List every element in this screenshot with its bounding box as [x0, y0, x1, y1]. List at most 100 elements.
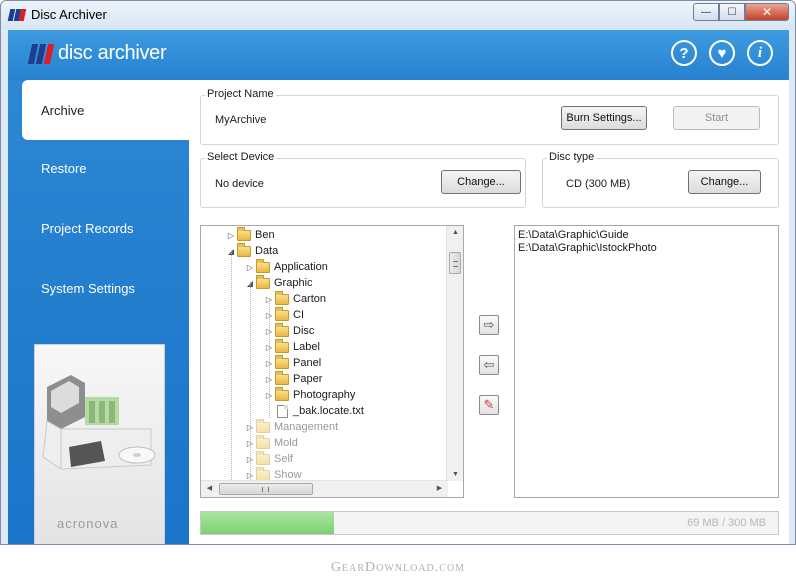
disc-change-button[interactable]: Change... — [688, 170, 761, 194]
tree-item[interactable]: _bak.locate.txt — [263, 403, 364, 419]
maximize-button[interactable]: ☐ — [719, 3, 745, 21]
folder-icon — [237, 242, 251, 257]
folder-icon — [275, 338, 289, 353]
disc-type-label: Disc type — [547, 151, 597, 163]
tree-item[interactable]: ▷ Management — [244, 418, 339, 435]
tree-item[interactable]: ▷ Self — [244, 450, 293, 467]
scroll-left-arrow-icon[interactable]: ◀ — [201, 484, 218, 492]
device-change-button[interactable]: Change... — [441, 170, 521, 194]
project-name-label: Project Name — [205, 88, 276, 100]
tree-vertical-scrollbar[interactable]: ▲ ▼ — [446, 226, 463, 481]
tree-item[interactable]: ▷ Label — [263, 338, 320, 355]
clear-list-button[interactable]: ✎ — [479, 395, 499, 415]
tree-horizontal-thumb[interactable] — [219, 483, 313, 495]
disc-publisher-illustration — [42, 375, 156, 470]
device-value: No device — [215, 178, 264, 190]
capacity-fill — [201, 512, 334, 534]
tree-item-label: Carton — [293, 293, 327, 305]
watermark-text: GearDownload.com — [330, 560, 466, 575]
folder-icon — [256, 418, 270, 433]
window-controls: — ☐ ✕ — [693, 3, 789, 21]
app-logo-icon — [7, 9, 27, 21]
tree-item-label: Graphic — [274, 277, 313, 289]
app-window: Disc Archiver — ☐ ✕ disc archiver ? ♥ i … — [0, 0, 796, 545]
expand-arrow-icon[interactable]: ▷ — [244, 263, 256, 272]
disc-type-value: CD (300 MB) — [566, 178, 631, 190]
app-header: disc archiver ? ♥ i — [8, 30, 789, 80]
select-device-group: Select Device No device Change... — [200, 151, 526, 208]
info-icon[interactable]: i — [747, 40, 773, 66]
tree-item-label: Paper — [293, 373, 323, 385]
capacity-text: 69 MB / 300 MB — [687, 517, 766, 529]
product-promo-image: acronova — [34, 344, 165, 544]
folder-icon — [275, 370, 289, 385]
folder-icon — [275, 322, 289, 337]
folder-icon — [237, 226, 251, 241]
selected-items-list[interactable]: E:\Data\Graphic\Guide E:\Data\Graphic\Is… — [514, 225, 779, 498]
start-button[interactable]: Start — [673, 106, 760, 130]
tree-item[interactable]: ◢ Graphic — [244, 274, 313, 291]
project-name-group: Project Name MyArchive Burn Settings... … — [200, 88, 779, 145]
tree-item-label: Self — [274, 453, 293, 465]
tree-item[interactable]: ▷ Paper — [263, 370, 323, 387]
tree-item[interactable]: ▷ Ben — [225, 226, 275, 243]
tree-item-label: Ben — [255, 229, 275, 241]
close-button[interactable]: ✕ — [745, 3, 789, 21]
file-icon — [277, 404, 288, 418]
expand-arrow-icon[interactable]: ▷ — [225, 231, 237, 240]
capacity-bar: 69 MB / 300 MB — [200, 511, 779, 535]
remove-from-list-button[interactable]: ⇦ — [479, 355, 499, 375]
tree-item[interactable]: ▷ Mold — [244, 434, 298, 451]
tree-item-label: Panel — [293, 357, 322, 369]
sidebar-item-archive[interactable]: Archive — [22, 80, 189, 140]
tree-item-label: Management — [274, 421, 339, 433]
folder-tree[interactable]: ▷ Ben ◢ Data ▷ Application ◢ Graphic ▷ Carton ▷ CI ▷… — [200, 225, 464, 498]
promo-brand-logo: acronova — [57, 516, 119, 531]
sidebar-item-project-records[interactable]: Project Records — [8, 198, 189, 258]
project-name-value[interactable]: MyArchive — [215, 114, 266, 126]
tree-item[interactable]: ▷ Photography — [263, 386, 356, 403]
tree-vertical-thumb[interactable] — [449, 252, 461, 274]
disc-type-group: Disc type CD (300 MB) Change... — [542, 151, 779, 208]
folder-icon — [275, 306, 289, 321]
heart-icon[interactable]: ♥ — [709, 40, 735, 66]
scroll-up-arrow-icon[interactable]: ▲ — [447, 229, 463, 236]
tree-item[interactable]: ▷ Disc — [263, 322, 314, 339]
folder-icon — [256, 274, 270, 289]
arrow-left-icon: ⇦ — [483, 357, 495, 372]
tree-item[interactable]: ▷ Carton — [263, 290, 327, 307]
tree-item-label: Data — [255, 245, 279, 257]
list-item[interactable]: E:\Data\Graphic\IstockPhoto — [518, 242, 775, 255]
folder-icon — [256, 450, 270, 465]
header-icons: ? ♥ i — [671, 40, 773, 66]
tree-item-label: Application — [274, 261, 328, 273]
title-bar[interactable]: Disc Archiver — ☐ ✕ — [1, 1, 795, 29]
window-title: Disc Archiver — [31, 7, 107, 22]
footer: GearDownload.com — [0, 545, 796, 577]
arrow-right-icon: ⇨ — [483, 317, 495, 332]
burn-settings-button[interactable]: Burn Settings... — [561, 106, 647, 130]
folder-icon — [256, 258, 270, 273]
sidebar-item-restore[interactable]: Restore — [8, 138, 189, 198]
tree-item[interactable]: ◢ Data — [225, 242, 279, 259]
scroll-down-arrow-icon[interactable]: ▼ — [447, 471, 463, 478]
tree-item[interactable]: ▷ Application — [244, 258, 328, 275]
tree-item-label: Mold — [274, 437, 298, 449]
folder-icon — [256, 434, 270, 449]
add-to-list-button[interactable]: ⇨ — [479, 315, 499, 335]
eraser-icon: ✎ — [483, 397, 495, 412]
scroll-right-arrow-icon[interactable]: ▶ — [431, 484, 448, 492]
sidebar: Archive Restore Project Records System S… — [8, 80, 189, 544]
archive-panel: Project Name MyArchive Burn Settings... … — [189, 80, 789, 544]
help-icon[interactable]: ? — [671, 40, 697, 66]
tree-horizontal-scrollbar[interactable]: ◀ ▶ — [201, 480, 448, 497]
tree-item[interactable]: ▷ Panel — [263, 354, 322, 371]
minimize-button[interactable]: — — [693, 3, 719, 21]
brand: disc archiver — [27, 42, 167, 65]
brand-name: disc archiver — [58, 42, 167, 64]
tree-item-label: Photography — [293, 389, 356, 401]
tree-item-label: Label — [293, 341, 320, 353]
select-device-label: Select Device — [205, 151, 277, 163]
list-item[interactable]: E:\Data\Graphic\Guide — [518, 229, 775, 242]
sidebar-item-system-settings[interactable]: System Settings — [8, 258, 189, 318]
